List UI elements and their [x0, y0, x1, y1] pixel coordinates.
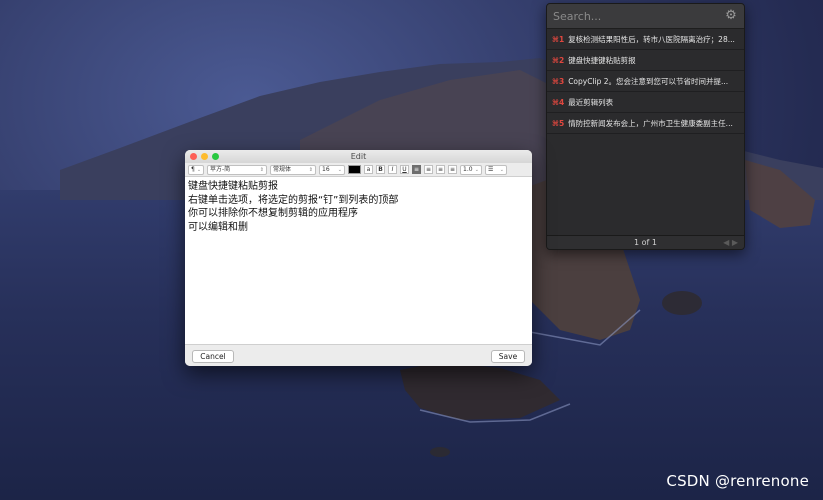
font-size-select[interactable]: 16 ⌄: [319, 164, 345, 175]
underline-button[interactable]: U: [400, 165, 409, 174]
clipboard-search-input[interactable]: [553, 9, 724, 23]
clipboard-history-panel: ⚙ ⌘1 复核检测结果阳性后，转市八医院隔离治疗；28... ⌘2 键盘快捷键粘…: [546, 3, 745, 250]
clipboard-item-text: 复核检测结果阳性后，转市八医院隔离治疗；28...: [568, 34, 735, 44]
font-size-value: 16: [322, 165, 330, 173]
text-line: 键盘快捷键粘贴剪报: [188, 181, 278, 192]
clipboard-item-shortcut: ⌘2: [552, 55, 565, 65]
gear-icon[interactable]: ⚙: [724, 9, 738, 23]
chevron-down-icon: ⌄: [337, 166, 342, 173]
clipboard-item-shortcut: ⌘3: [552, 76, 565, 86]
font-style-value: 常规体: [273, 165, 292, 173]
align-center-button[interactable]: ≡: [424, 165, 433, 174]
chevron-down-icon: ⌄: [196, 166, 202, 173]
clipboard-item-4[interactable]: ⌘4 最近剪辑列表: [547, 92, 744, 113]
chevron-down-icon: ⌄: [499, 166, 504, 173]
list-icon: ☰: [488, 165, 494, 173]
italic-button[interactable]: I: [388, 165, 397, 174]
align-left-button[interactable]: ≡: [412, 165, 421, 174]
line-spacing-value: 1.0: [463, 165, 473, 173]
align-justify-button[interactable]: ≡: [448, 165, 457, 174]
clipboard-item-shortcut: ⌘1: [552, 34, 565, 44]
highlight-color-button[interactable]: a: [364, 165, 373, 174]
close-button[interactable]: [190, 153, 197, 160]
clipboard-item-text: 键盘快捷键粘贴剪报: [568, 55, 636, 65]
clipboard-item-text: 情防控新闻发布会上，广州市卫生健康委副主任...: [568, 118, 733, 128]
clipboard-item-2[interactable]: ⌘2 键盘快捷键粘贴剪报: [547, 50, 744, 71]
page-nav-arrows[interactable]: ◀ ▶: [723, 236, 738, 249]
zoom-button[interactable]: [212, 153, 219, 160]
clipboard-item-5[interactable]: ⌘5 情防控新闻发布会上，广州市卫生健康委副主任...: [547, 113, 744, 134]
clipboard-item-1[interactable]: ⌘1 复核检测结果阳性后，转市八医院隔离治疗；28...: [547, 29, 744, 50]
clipboard-item-text: CopyClip 2。您会注意到您可以节省时间并提...: [568, 76, 729, 86]
font-style-select[interactable]: 常规体 ⇕: [270, 164, 316, 175]
text-line: 右键单击选项，将选定的剪报“钉”到列表的顶部: [188, 194, 399, 206]
window-bottom-bar: Cancel Save: [185, 344, 532, 366]
paragraph-icon: ¶: [191, 165, 195, 173]
window-title: Edit: [350, 152, 367, 161]
font-family-value: 苹方-简: [210, 165, 231, 173]
chevron-updown-icon: ⇕: [308, 166, 313, 173]
text-color-swatch[interactable]: [348, 165, 361, 174]
align-right-button[interactable]: ≡: [436, 165, 445, 174]
clipboard-item-text: 最近剪辑列表: [568, 97, 614, 107]
edit-text-area[interactable]: 键盘快捷键粘贴剪报 右键单击选项，将选定的剪报“钉”到列表的顶部 你可以排除你不…: [185, 177, 532, 344]
format-toolbar: ¶ ⌄ 苹方-简 ⇕ 常规体 ⇕ 16 ⌄ a B I U ≡ ≡ ≡ ≡ 1.0 ⌄ ☰…: [185, 163, 532, 177]
window-controls: [190, 153, 219, 160]
cancel-button[interactable]: Cancel: [192, 350, 234, 363]
text-line: 你可以排除你不想复制剪辑的应用程序: [188, 208, 358, 219]
font-family-select[interactable]: 苹方-简 ⇕: [207, 164, 267, 175]
clipboard-item-shortcut: ⌘5: [552, 118, 565, 128]
chevron-down-icon: ⌄: [474, 166, 479, 173]
minimize-button[interactable]: [201, 153, 208, 160]
chevron-updown-icon: ⇕: [259, 166, 264, 173]
clipboard-item-shortcut: ⌘4: [552, 97, 565, 107]
paragraph-style-select[interactable]: ¶ ⌄: [188, 164, 204, 175]
clipboard-search-bar: ⚙: [547, 4, 744, 29]
clipboard-item-3[interactable]: ⌘3 CopyClip 2。您会注意到您可以节省时间并提...: [547, 71, 744, 92]
edit-window: Edit ¶ ⌄ 苹方-简 ⇕ 常规体 ⇕ 16 ⌄ a B I U ≡ ≡ ≡ ≡ 1…: [185, 150, 532, 366]
clipboard-footer: 1 of 1 ◀ ▶: [547, 235, 744, 249]
save-button[interactable]: Save: [491, 350, 525, 363]
line-spacing-select[interactable]: 1.0 ⌄: [460, 164, 482, 175]
page-indicator: 1 of 1: [634, 238, 657, 247]
list-style-select[interactable]: ☰ ⌄: [485, 164, 507, 175]
watermark: CSDN @renrenone: [666, 472, 809, 490]
window-titlebar: Edit: [185, 150, 532, 163]
text-line: 可以编辑和删: [188, 221, 248, 233]
bold-button[interactable]: B: [376, 165, 385, 174]
